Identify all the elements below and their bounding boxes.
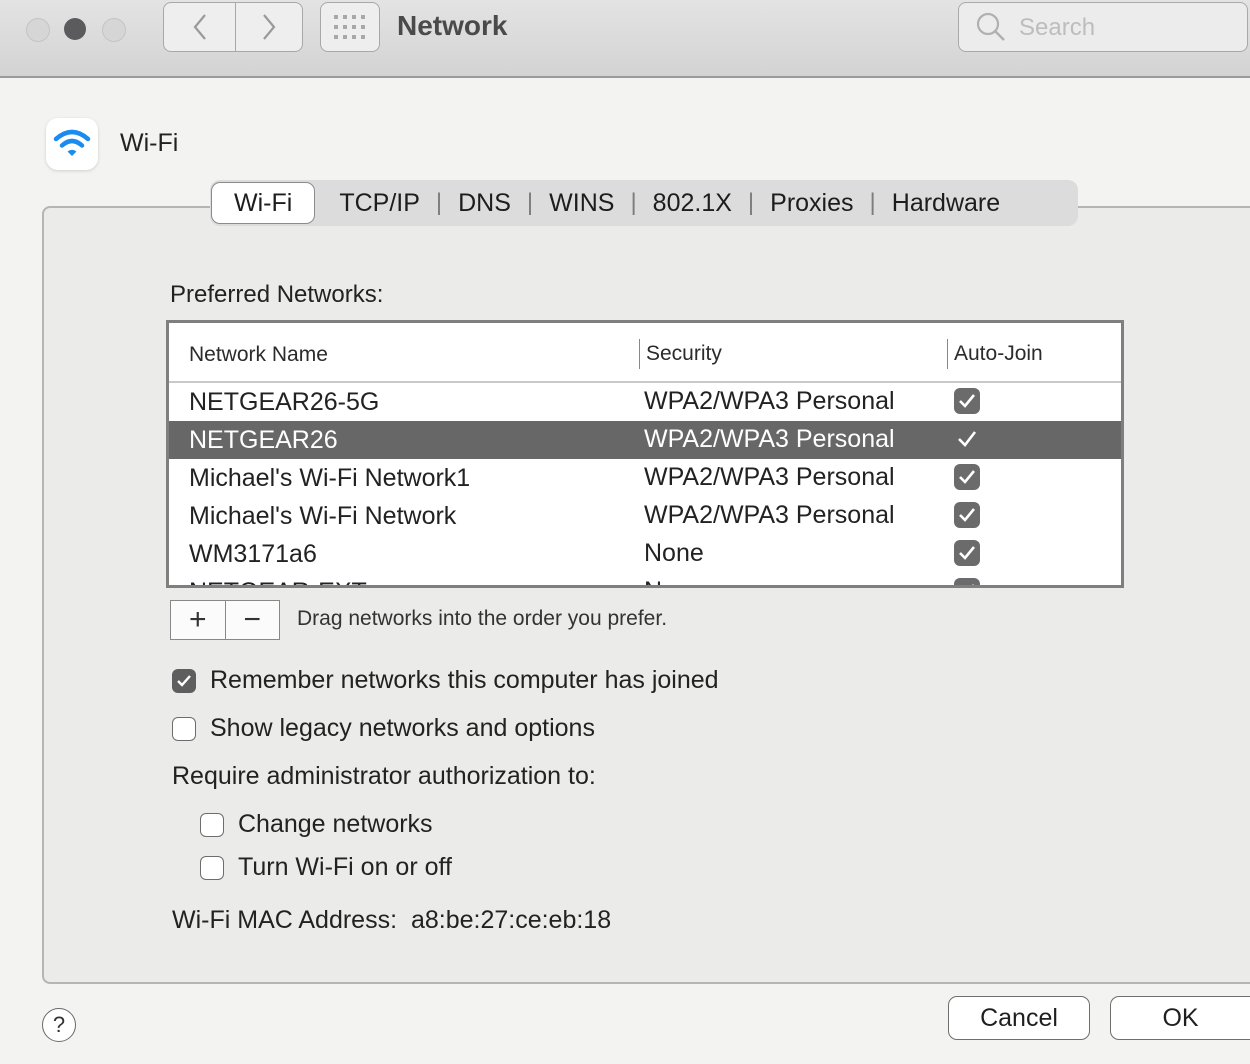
cancel-button[interactable]: Cancel — [948, 996, 1090, 1040]
checkmark-icon — [959, 508, 976, 522]
security-cell: None — [644, 577, 704, 585]
mac-address-value: a8:be:27:ce:eb:18 — [410, 906, 612, 934]
table-row[interactable]: WM3171a6 None — [169, 535, 1121, 573]
network-name-cell: NETGEAR26-5G — [189, 388, 380, 416]
minimize-window-button[interactable] — [64, 18, 86, 40]
auto-join-checkbox[interactable] — [954, 540, 980, 566]
tab-separator: | — [869, 189, 876, 216]
column-auto-join[interactable]: Auto-Join — [947, 339, 1043, 369]
auto-join-checkbox[interactable] — [954, 388, 980, 414]
change-networks-label: Change networks — [238, 810, 433, 838]
network-name-cell: WM3171a6 — [189, 540, 317, 568]
network-name-cell: NETGEAR26 — [189, 426, 338, 454]
checkmark-icon — [959, 470, 976, 484]
back-button[interactable] — [163, 2, 235, 52]
chevron-right-icon — [263, 14, 276, 40]
security-cell: WPA2/WPA3 Personal — [644, 463, 895, 491]
legacy-networks-checkbox[interactable] — [172, 716, 196, 741]
show-all-button[interactable] — [320, 2, 380, 52]
tab-tcpip[interactable]: TCP/IP — [339, 189, 420, 218]
wifi-icon — [53, 129, 91, 156]
forward-button[interactable] — [235, 2, 303, 52]
table-row[interactable]: NETGEAR-EXT None — [169, 573, 1121, 585]
security-cell: WPA2/WPA3 Personal — [644, 425, 895, 453]
wifi-badge — [46, 118, 98, 170]
checkmark-icon — [958, 431, 977, 447]
ok-button[interactable]: OK — [1110, 996, 1250, 1040]
network-name-cell: Michael's Wi-Fi Network1 — [189, 464, 471, 492]
preferred-networks-label: Preferred Networks: — [170, 281, 384, 308]
column-security[interactable]: Security — [639, 339, 722, 369]
add-remove-control: + − — [170, 600, 280, 640]
toggle-wifi-checkbox[interactable] — [200, 855, 224, 880]
grid-icon — [334, 15, 365, 39]
change-networks-option[interactable]: Change networks — [200, 810, 433, 839]
mac-address-label: Wi-Fi MAC Address: — [172, 906, 398, 934]
remove-network-button[interactable]: − — [224, 601, 280, 639]
help-button[interactable]: ? — [42, 1008, 76, 1042]
tab-wifi[interactable]: Wi-Fi — [211, 182, 316, 224]
search-input[interactable] — [1017, 12, 1241, 44]
table-body: NETGEAR26-5G WPA2/WPA3 Personal NETGEAR2… — [169, 383, 1121, 585]
toggle-wifi-label: Turn Wi-Fi on or off — [238, 853, 452, 881]
search-field[interactable] — [958, 2, 1248, 52]
tab-separator: | — [747, 189, 755, 216]
require-admin-label: Require administrator authorization to: — [172, 762, 596, 790]
chevron-left-icon — [193, 14, 206, 40]
window-title: Network — [397, 10, 508, 41]
toggle-wifi-option[interactable]: Turn Wi-Fi on or off — [200, 853, 452, 882]
close-window-button[interactable] — [26, 18, 50, 42]
mac-address-row: Wi-Fi MAC Address: a8:be:27:ce:eb:18 — [172, 906, 611, 935]
change-networks-checkbox[interactable] — [200, 812, 224, 837]
table-row[interactable]: Michael's Wi-Fi Network WPA2/WPA3 Person… — [169, 497, 1121, 535]
checkmark-icon — [959, 394, 976, 408]
zoom-window-button[interactable] — [102, 18, 126, 42]
add-network-button[interactable]: + — [171, 601, 225, 639]
table-row[interactable]: Michael's Wi-Fi Network1 WPA2/WPA3 Perso… — [169, 459, 1121, 497]
tab-dns[interactable]: DNS — [458, 189, 511, 218]
tab-separator: | — [526, 189, 534, 216]
tab-proxies[interactable]: Proxies — [770, 189, 853, 218]
tab-hardware[interactable]: Hardware — [892, 189, 1000, 218]
search-icon — [976, 12, 1005, 41]
legacy-networks-label: Show legacy networks and options — [210, 714, 595, 742]
drag-hint-text: Drag networks into the order you prefer. — [297, 607, 668, 630]
remember-networks-option[interactable]: Remember networks this computer has join… — [172, 666, 719, 695]
table-row[interactable]: NETGEAR26-5G WPA2/WPA3 Personal — [169, 383, 1121, 421]
table-row-selected[interactable]: NETGEAR26 WPA2/WPA3 Personal — [169, 421, 1121, 459]
security-cell: WPA2/WPA3 Personal — [644, 387, 895, 415]
tab-wins[interactable]: WINS — [549, 189, 614, 218]
auto-join-checkbox[interactable] — [954, 426, 980, 452]
auto-join-checkbox[interactable] — [954, 578, 980, 585]
interface-title: Wi-Fi — [120, 129, 179, 157]
checkmark-icon — [177, 674, 191, 687]
tab-separator: | — [435, 189, 443, 216]
auto-join-checkbox[interactable] — [954, 502, 980, 528]
tab-bar: Wi-Fi TCP/IP | DNS | WINS | 802.1X | Pro… — [210, 180, 1078, 226]
title-bar: Network — [0, 0, 1250, 78]
remember-networks-checkbox[interactable] — [172, 668, 196, 693]
security-cell: None — [644, 539, 704, 567]
tab-8021x[interactable]: 802.1X — [653, 189, 732, 218]
checkmark-icon — [959, 546, 976, 560]
tab-separator: | — [630, 189, 637, 216]
remember-networks-label: Remember networks this computer has join… — [210, 666, 719, 694]
network-name-cell: Michael's Wi-Fi Network — [189, 502, 457, 530]
network-name-cell: NETGEAR-EXT — [189, 578, 367, 585]
security-cell: WPA2/WPA3 Personal — [644, 501, 895, 529]
checkmark-icon — [972, 584, 974, 585]
auto-join-checkbox[interactable] — [954, 464, 980, 490]
column-network-name[interactable]: Network Name — [189, 343, 328, 367]
table-header: Network Name Security Auto-Join — [169, 323, 1121, 383]
legacy-networks-option[interactable]: Show legacy networks and options — [172, 714, 595, 743]
preferred-networks-table[interactable]: Network Name Security Auto-Join NETGEAR2… — [166, 320, 1124, 588]
